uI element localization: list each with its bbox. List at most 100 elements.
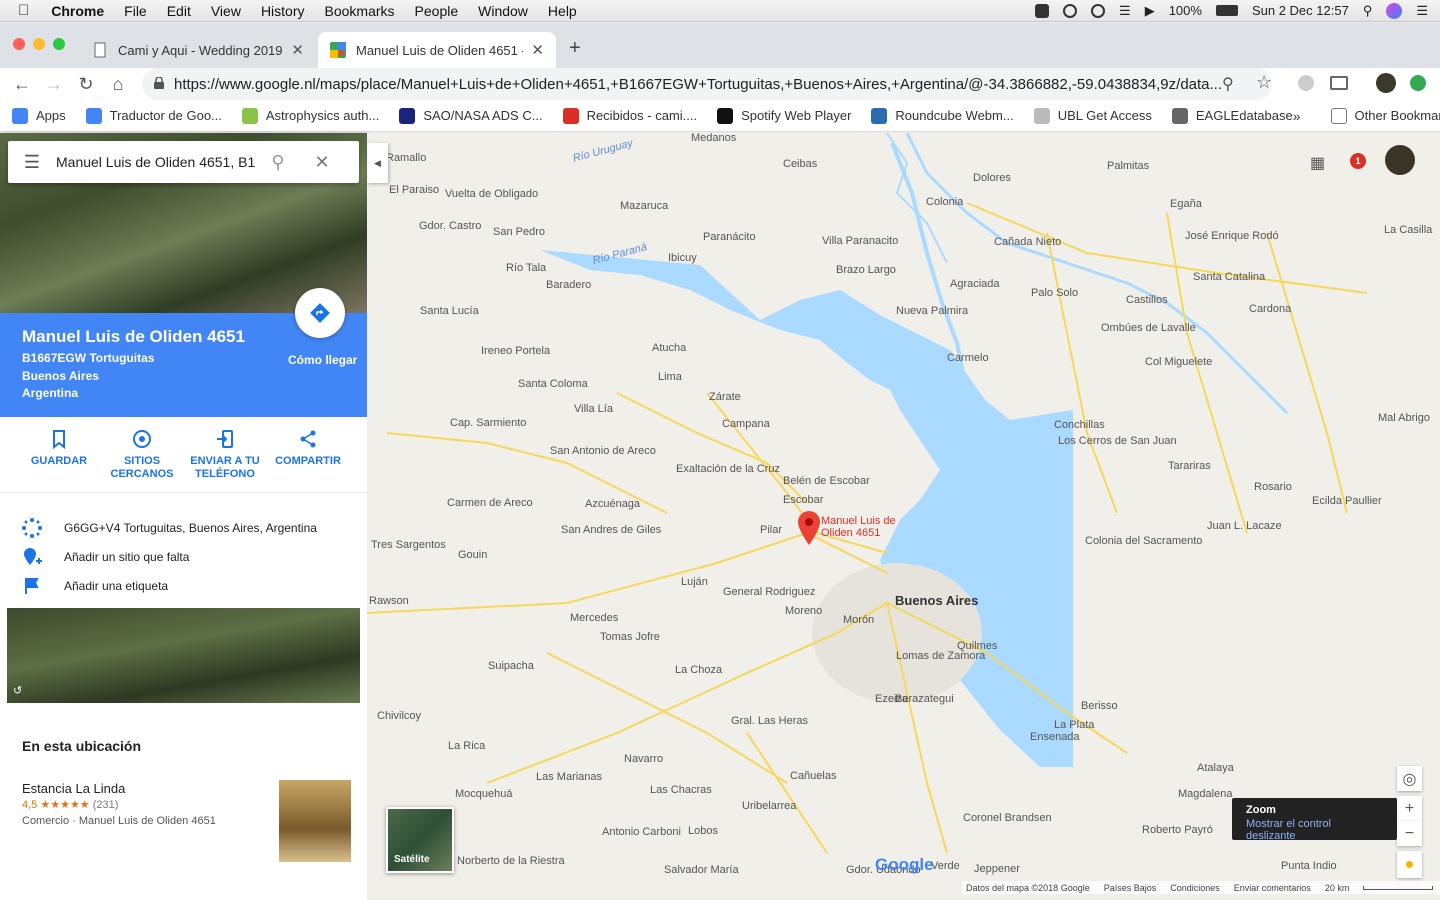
map-place-label[interactable]: Antonio Carboni [602,826,681,838]
street-view-thumbnail[interactable]: ↺ [7,608,360,703]
menu-people[interactable]: People [405,3,469,19]
map-place-label[interactable]: Ireneo Portela [481,345,550,357]
bookmark-item[interactable]: Apps [12,107,66,124]
place-result[interactable]: Estancia La Linda 4,5 ★★★★★ (231) Comerc… [22,781,216,827]
zoom-out-button[interactable]: − [1397,821,1422,846]
map-place-label[interactable]: Uribelarrea [742,800,796,812]
zoom-in-button[interactable]: + [1397,796,1422,821]
apps-grid-icon[interactable]: ▦ [1310,153,1325,173]
bookmark-item[interactable]: UBL Get Access [1033,107,1152,124]
directions-button[interactable] [295,288,345,338]
share-button[interactable]: COMPARTIR [267,429,349,489]
map-place-label[interactable]: Pilar [760,524,782,536]
map-place-label[interactable]: Gdor. Castro [419,220,481,232]
map-place-label[interactable]: Rosario [1254,481,1292,493]
dropbox-icon[interactable] [1035,3,1050,18]
map-place-label[interactable]: Santa Lucía [420,305,479,317]
map-place-label[interactable]: Ceibas [783,158,817,170]
bookmark-item[interactable]: Spotify Web Player [717,107,851,124]
satellite-toggle[interactable]: Satélite [386,807,454,873]
bookmark-item[interactable]: EAGLEdatabase [1171,107,1293,124]
map-place-label[interactable]: Juan L. Lacaze [1207,520,1282,532]
new-tab-button[interactable]: + [569,37,581,60]
map-place-label[interactable]: Villa Lía [574,403,613,415]
collapse-panel-button[interactable]: ◀ [367,143,388,183]
account-avatar[interactable] [1385,145,1415,175]
add-label-row[interactable]: Añadir una etiqueta [20,571,350,600]
map-place-label[interactable]: Las Chacras [650,784,712,796]
bookmark-star-icon[interactable]: ☆ [1256,72,1272,93]
map-place-label[interactable]: Roberto Payró [1142,824,1213,836]
map-place-label[interactable]: Berisso [1081,700,1118,712]
search-input[interactable] [56,154,256,170]
map-place-label[interactable]: Cañuelas [790,770,836,782]
feedback-link[interactable]: Enviar comentarios [1234,883,1311,893]
send-to-phone-button[interactable]: ENVIAR A TU TELÉFONO [184,429,266,489]
map-place-label[interactable]: Ibicuy [668,252,697,264]
map-place-label[interactable]: Campana [722,418,770,430]
map-place-label[interactable]: Nueva Palmira [896,305,968,317]
menu-file[interactable]: File [114,3,157,19]
plus-code-row[interactable]: G6GG+V4 Tortuguitas, Buenos Aires, Argen… [20,513,350,542]
map-place-label[interactable]: Tomas Jofre [600,631,660,643]
address-bar[interactable]: https://www.google.nl/maps/place/Manuel+… [142,68,1272,100]
map-place-label[interactable]: Chivilcoy [377,710,421,722]
map-place-label[interactable]: Cap. Sarmiento [450,417,526,429]
map-place-label[interactable]: San Antonio de Areco [550,445,656,457]
notification-center-icon[interactable]: ☰ [1416,3,1428,19]
map-place-label[interactable]: Las Marianas [536,771,602,783]
map-place-label[interactable]: Dolores [973,172,1011,184]
map-place-label[interactable]: Colonia del Sacramento [1085,535,1202,547]
map-place-label[interactable]: Atucha [652,342,686,354]
map-place-label[interactable]: Mal Abrigo [1378,412,1430,424]
search-icon[interactable]: ⚲ [256,152,300,173]
wifi-icon[interactable]: ☰ [1119,3,1131,19]
bookmark-item[interactable]: Recibidos - cami.... [562,107,697,124]
map-place-label[interactable]: Cardona [1249,303,1291,315]
map-place-label[interactable]: Tarariras [1168,460,1211,472]
map-place-label[interactable]: Luján [681,576,708,588]
map-place-label[interactable]: Villa Paranacito [822,235,898,247]
map-place-label[interactable]: Atalaya [1197,762,1234,774]
map-place-label[interactable]: Cañada Nieto [994,236,1061,248]
other-bookmarks[interactable]: Other Bookmarks [1330,107,1440,124]
map-place-label[interactable]: Morón [843,614,874,626]
map-place-label[interactable]: Buenos Aires [895,593,978,608]
profile-avatar[interactable] [1376,73,1396,93]
map-place-label[interactable]: Moreno [785,605,822,617]
bookmarks-overflow-icon[interactable]: » [1293,108,1301,124]
map-place-label[interactable]: Santa Catalina [1193,271,1265,283]
map-place-label[interactable]: Carmelo [947,352,989,364]
map-place-label[interactable]: Palo Solo [1031,287,1078,299]
map-place-label[interactable]: Colonia [926,196,963,208]
tab-maps[interactable]: Manuel Luis de Oliden 4651 - G ✕ [318,32,556,68]
map-place-label[interactable]: San Andres de Giles [561,524,661,536]
sync-icon[interactable] [1063,3,1078,18]
map-place-label[interactable]: Mazaruca [620,200,668,212]
zoom-lens-icon[interactable]: ⚲ [1222,74,1234,94]
menu-view[interactable]: View [201,3,251,19]
map-place-label[interactable]: Ramallo [386,152,426,164]
map-place-label[interactable]: Mocquehuá [455,788,513,800]
my-location-button[interactable]: ◎ [1397,766,1422,791]
map-place-label[interactable]: Egaña [1170,198,1202,210]
map-place-label[interactable]: Gouin [458,549,487,561]
map-place-label[interactable]: Norberto de la Riestra [457,855,565,867]
cast-icon[interactable] [1330,76,1348,90]
map-place-label[interactable]: Medanos [691,133,736,144]
map-place-label[interactable]: Jeppener [974,863,1020,875]
clock-icon[interactable] [1091,3,1106,18]
spotlight-icon[interactable]: ⚲ [1363,3,1373,19]
pegman-button[interactable]: ● [1397,851,1422,878]
maximize-window-button[interactable] [53,38,65,50]
nearby-button[interactable]: SITIOS CERCANOS [101,429,183,489]
map-place-label[interactable]: Mercedes [570,612,618,624]
map-place-label[interactable]: La Casilla [1384,224,1432,236]
map-place-label[interactable]: Tres Sargentos [371,539,446,551]
map-place-label[interactable]: La Plata [1054,719,1094,731]
map-place-label[interactable]: Ombúes de Lavalle [1101,322,1196,334]
bookmark-item[interactable]: SAO/NASA ADS C... [399,107,543,124]
bookmark-item[interactable]: Astrophysics auth... [241,107,379,124]
close-tab-icon[interactable]: ✕ [291,41,304,59]
map-place-label[interactable]: Carmen de Areco [447,497,533,509]
